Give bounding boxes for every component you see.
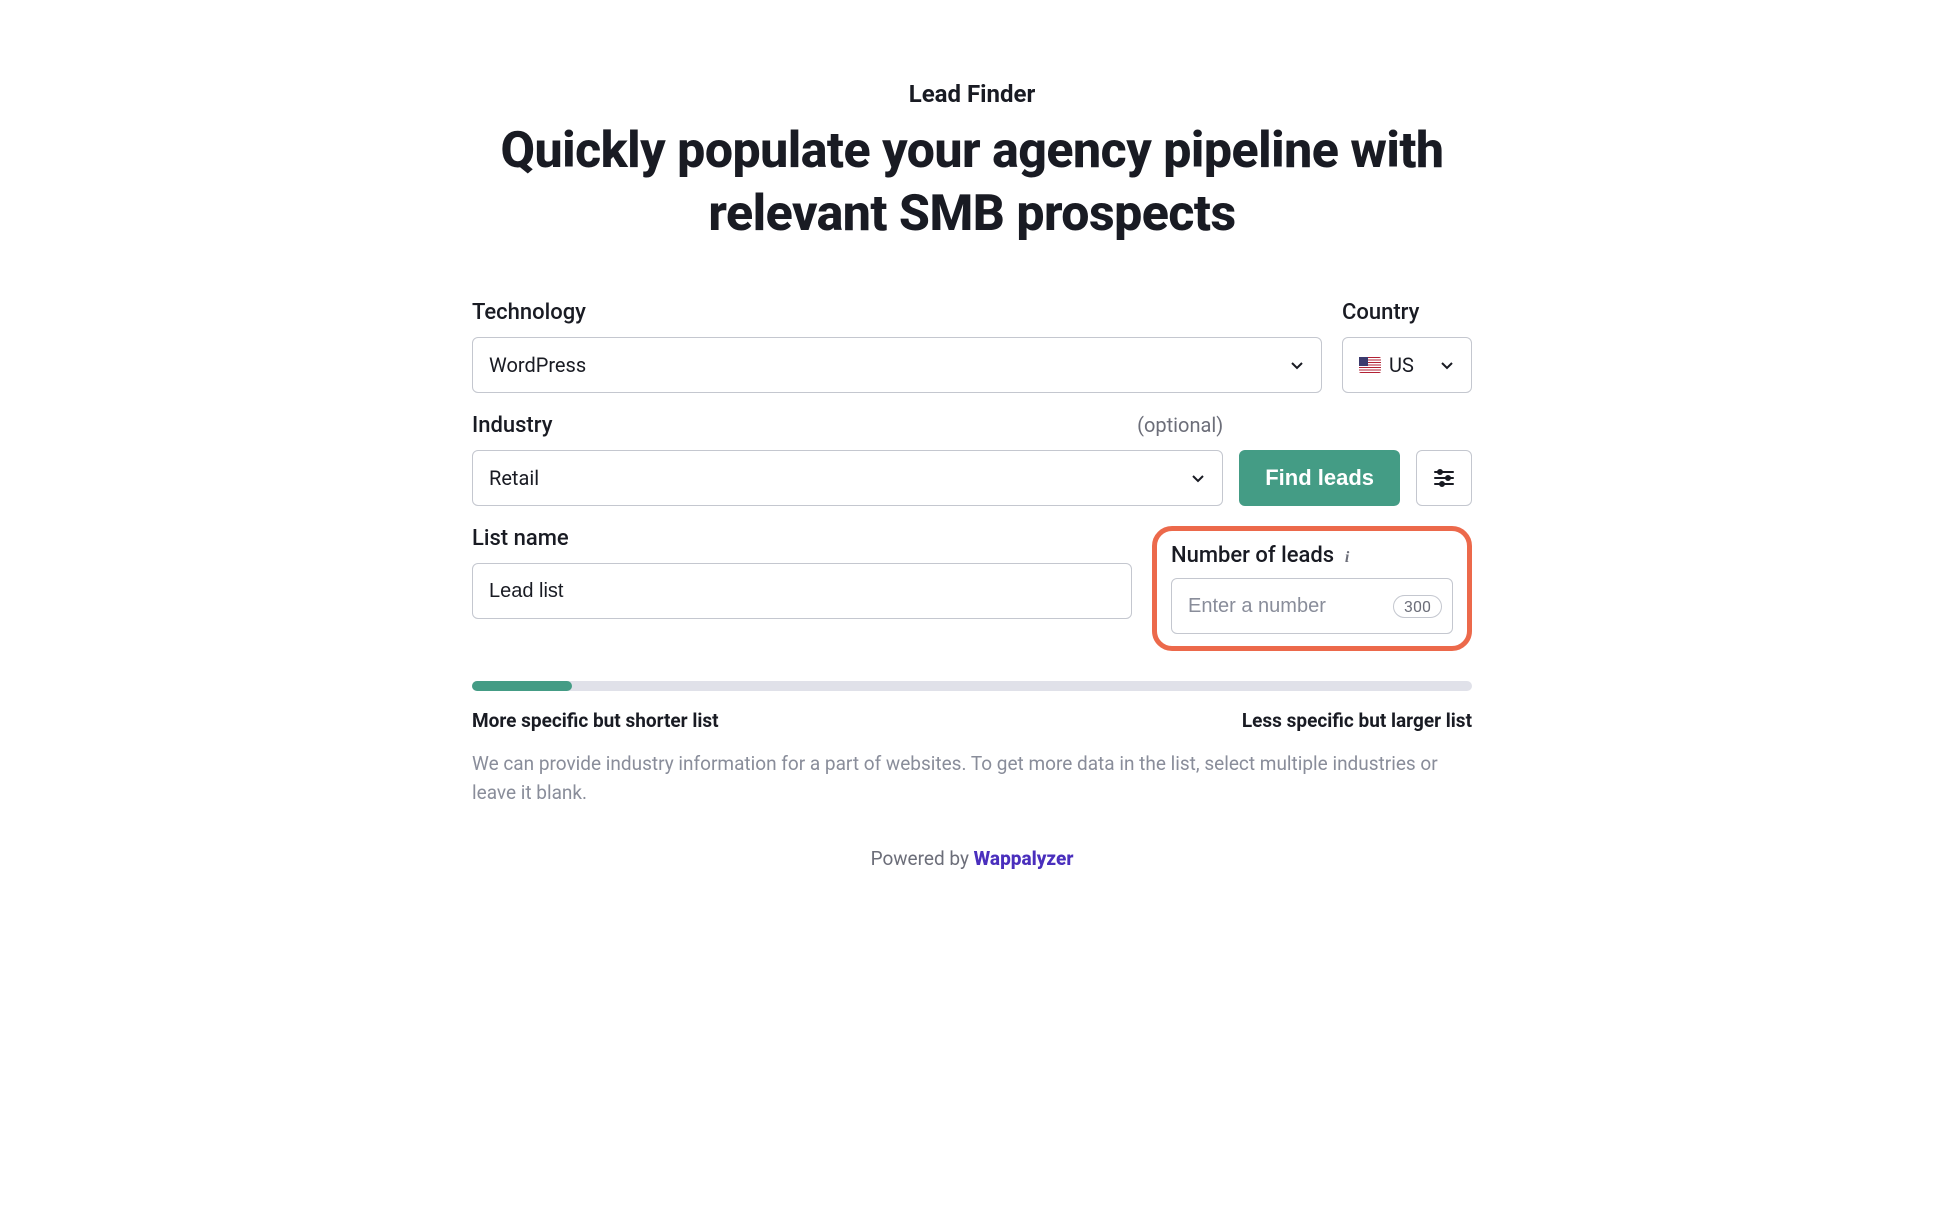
- find-leads-button[interactable]: Find leads: [1239, 450, 1400, 506]
- chevron-down-icon: [1190, 470, 1206, 486]
- number-of-leads-input[interactable]: [1188, 595, 1348, 618]
- page-subtitle: Lead Finder: [472, 80, 1472, 108]
- filter-settings-button[interactable]: [1416, 450, 1472, 506]
- leads-badge: 300: [1393, 595, 1442, 618]
- powered-by-prefix: Powered by: [871, 847, 974, 870]
- sliders-icon: [1432, 466, 1456, 490]
- us-flag-icon: [1359, 357, 1381, 373]
- number-of-leads-input-wrap: 300: [1171, 578, 1453, 634]
- help-text: We can provide industry information for …: [472, 750, 1472, 807]
- wappalyzer-brand: Wappalyzer: [974, 847, 1074, 870]
- page-title: Quickly populate your agency pipeline wi…: [472, 120, 1472, 245]
- listname-input[interactable]: [472, 563, 1132, 619]
- technology-select[interactable]: WordPress: [472, 337, 1322, 393]
- chevron-down-icon: [1289, 357, 1305, 373]
- industry-value: Retail: [489, 466, 539, 490]
- technology-value: WordPress: [489, 353, 586, 377]
- listname-label: List name: [472, 526, 569, 551]
- number-of-leads-highlight: Number of leads i 300: [1152, 526, 1472, 651]
- specificity-slider[interactable]: [472, 681, 1472, 691]
- number-of-leads-label: Number of leads: [1171, 543, 1334, 568]
- slider-left-label: More specific but shorter list: [472, 709, 719, 732]
- info-icon[interactable]: i: [1340, 551, 1354, 565]
- country-select[interactable]: US: [1342, 337, 1472, 393]
- industry-optional: (optional): [1137, 413, 1223, 437]
- powered-by: Powered by Wappalyzer: [472, 847, 1472, 870]
- industry-select[interactable]: Retail: [472, 450, 1223, 506]
- slider-fill: [472, 681, 572, 691]
- country-label: Country: [1342, 300, 1419, 325]
- technology-label: Technology: [472, 300, 586, 325]
- industry-label: Industry: [472, 413, 553, 438]
- slider-right-label: Less specific but larger list: [1242, 709, 1472, 732]
- country-value: US: [1389, 353, 1414, 377]
- chevron-down-icon: [1439, 357, 1455, 373]
